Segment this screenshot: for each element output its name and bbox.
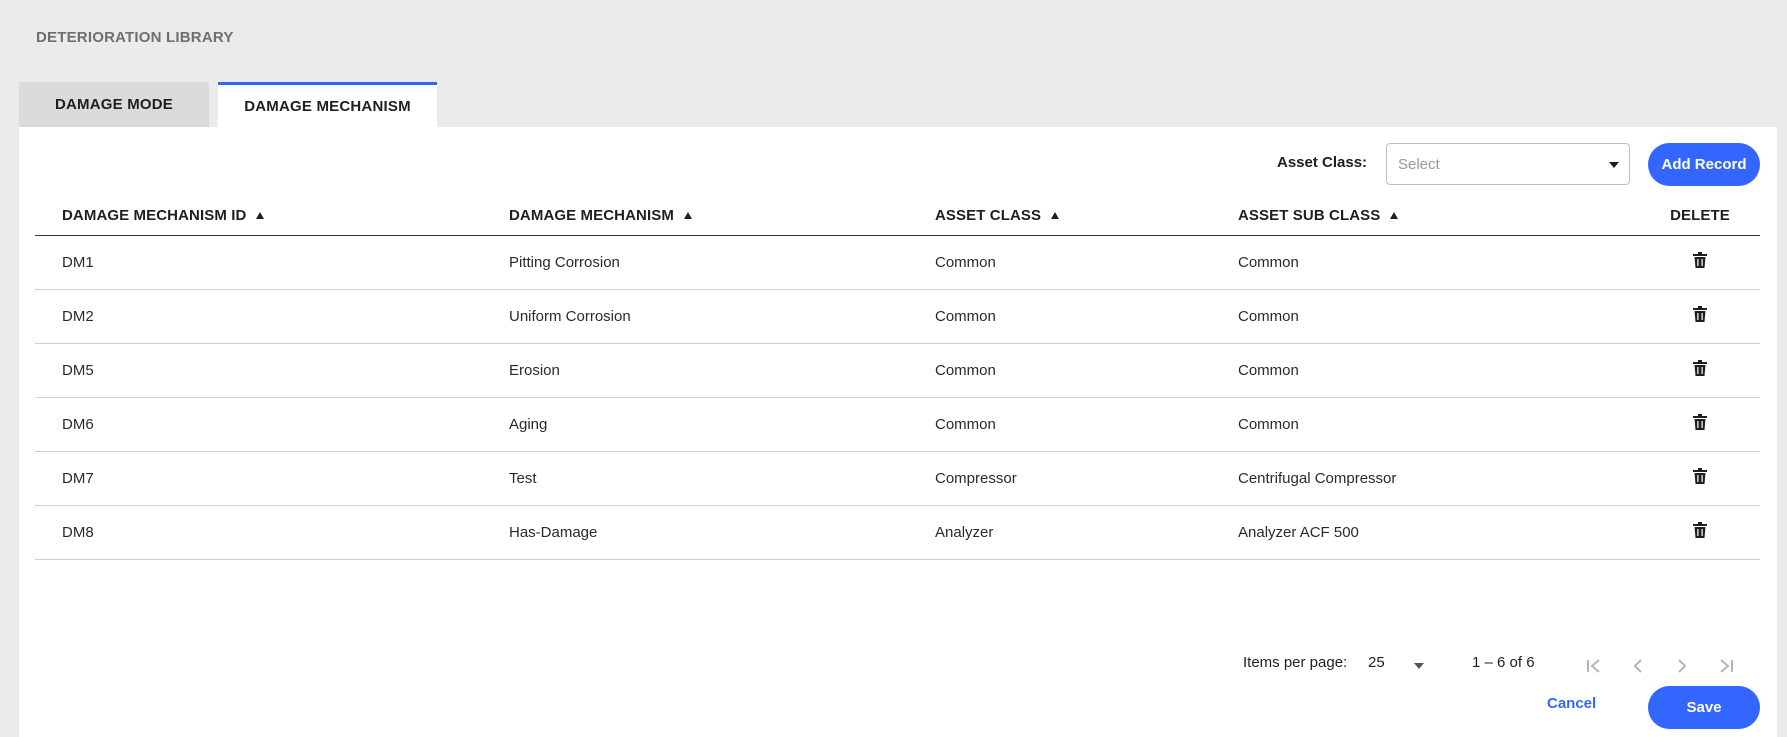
cell-asset-class: Compressor xyxy=(935,451,1238,506)
items-per-page-label: Items per page: xyxy=(1243,654,1348,671)
table-row: DM1 Pitting Corrosion Common Common xyxy=(35,235,1760,290)
asset-class-placeholder: Select xyxy=(1398,155,1440,173)
table-row: DM7 Test Compressor Centrifugal Compress… xyxy=(35,451,1760,506)
asset-class-label: Asset Class: xyxy=(1277,154,1368,171)
cell-asset-class: Common xyxy=(935,343,1238,398)
cell-id: DM2 xyxy=(35,289,509,344)
cell-asset-class: Common xyxy=(935,397,1238,452)
cell-asset-sub-class: Analyzer ACF 500 xyxy=(1238,505,1640,560)
column-header-id[interactable]: DAMAGE MECHANISM ID xyxy=(35,197,509,236)
table-header-row: DAMAGE MECHANISM ID DAMAGE MECHANISM ASS… xyxy=(35,197,1760,236)
cell-asset-class: Common xyxy=(935,289,1238,344)
cell-asset-sub-class: Common xyxy=(1238,343,1640,398)
trash-icon[interactable] xyxy=(1693,306,1707,322)
first-page-icon[interactable] xyxy=(1582,654,1606,678)
sort-asc-icon[interactable] xyxy=(1390,211,1399,219)
cell-mechanism: Test xyxy=(509,451,935,506)
cell-delete xyxy=(1640,343,1760,398)
cell-asset-sub-class: Common xyxy=(1238,235,1640,290)
last-page-icon[interactable] xyxy=(1714,654,1738,678)
cell-asset-sub-class: Centrifugal Compressor xyxy=(1238,451,1640,506)
cell-delete xyxy=(1640,289,1760,344)
tab-damage-mode[interactable]: DAMAGE MODE xyxy=(19,82,209,127)
cell-id: DM1 xyxy=(35,235,509,290)
table-row: DM5 Erosion Common Common xyxy=(35,343,1760,398)
table-row: DM8 Has-Damage Analyzer Analyzer ACF 500 xyxy=(35,505,1760,560)
page-title: DETERIORATION LIBRARY xyxy=(36,29,234,46)
cell-mechanism: Pitting Corrosion xyxy=(509,235,935,290)
chevron-down-icon[interactable] xyxy=(1414,663,1424,669)
content-panel: Asset Class: Select Add Record DAMAGE ME… xyxy=(19,127,1777,737)
cancel-button[interactable]: Cancel xyxy=(1547,695,1596,712)
cell-id: DM5 xyxy=(35,343,509,398)
tab-bar: DAMAGE MODE DAMAGE MECHANISM xyxy=(19,82,437,127)
trash-icon[interactable] xyxy=(1693,360,1707,376)
cell-delete xyxy=(1640,235,1760,290)
cell-mechanism: Uniform Corrosion xyxy=(509,289,935,344)
tab-damage-mechanism[interactable]: DAMAGE MECHANISM xyxy=(218,82,437,127)
column-header-delete: DELETE xyxy=(1640,197,1760,236)
cell-asset-class: Common xyxy=(935,235,1238,290)
asset-class-select[interactable]: Select xyxy=(1386,143,1630,185)
next-page-icon[interactable] xyxy=(1670,654,1694,678)
cell-delete xyxy=(1640,451,1760,506)
cell-mechanism: Has-Damage xyxy=(509,505,935,560)
column-header-asset-class[interactable]: ASSET CLASS xyxy=(935,197,1238,236)
cell-asset-class: Analyzer xyxy=(935,505,1238,560)
trash-icon[interactable] xyxy=(1693,252,1707,268)
table-row: DM6 Aging Common Common xyxy=(35,397,1760,452)
sort-asc-icon[interactable] xyxy=(256,211,265,219)
cell-id: DM6 xyxy=(35,397,509,452)
chevron-down-icon xyxy=(1609,162,1619,168)
items-per-page-select[interactable]: 25 xyxy=(1368,654,1385,671)
cell-asset-sub-class: Common xyxy=(1238,289,1640,344)
trash-icon[interactable] xyxy=(1693,468,1707,484)
add-record-button[interactable]: Add Record xyxy=(1648,143,1760,186)
sort-asc-icon[interactable] xyxy=(1051,211,1060,219)
cell-id: DM7 xyxy=(35,451,509,506)
column-header-asset-sub-class[interactable]: ASSET SUB CLASS xyxy=(1238,197,1640,236)
cell-delete xyxy=(1640,397,1760,452)
cell-id: DM8 xyxy=(35,505,509,560)
cell-delete xyxy=(1640,505,1760,560)
page-range: 1 – 6 of 6 xyxy=(1472,654,1535,671)
cell-mechanism: Aging xyxy=(509,397,935,452)
column-header-mechanism[interactable]: DAMAGE MECHANISM xyxy=(509,197,935,236)
trash-icon[interactable] xyxy=(1693,522,1707,538)
cell-mechanism: Erosion xyxy=(509,343,935,398)
sort-asc-icon[interactable] xyxy=(683,211,692,219)
trash-icon[interactable] xyxy=(1693,414,1707,430)
prev-page-icon[interactable] xyxy=(1626,654,1650,678)
cell-asset-sub-class: Common xyxy=(1238,397,1640,452)
damage-mechanism-table: DAMAGE MECHANISM ID DAMAGE MECHANISM ASS… xyxy=(35,197,1760,560)
table-row: DM2 Uniform Corrosion Common Common xyxy=(35,289,1760,344)
save-button[interactable]: Save xyxy=(1648,686,1760,729)
